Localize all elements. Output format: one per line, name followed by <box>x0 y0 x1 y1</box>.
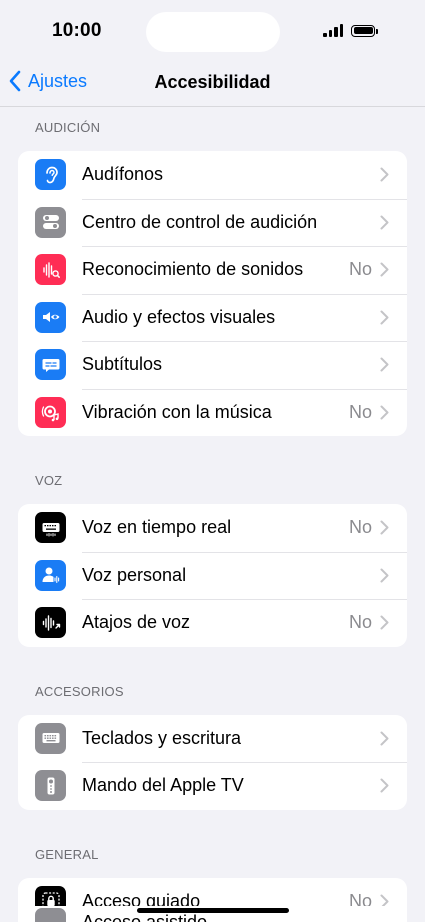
row-audifonos[interactable]: Audífonos <box>18 151 407 199</box>
group-accesorios: Teclados y escritura Mando del Apple TV <box>18 714 407 810</box>
chevron-right-icon <box>380 215 389 230</box>
home-indicator[interactable] <box>137 908 289 913</box>
row-mando-apple-tv[interactable]: Mando del Apple TV <box>18 762 407 810</box>
row-label: Vibración con la música <box>82 401 272 422</box>
keyboard-icon <box>35 722 66 754</box>
navigation-bar: Ajustes Accesibilidad <box>0 60 425 107</box>
chevron-right-icon <box>380 262 389 277</box>
settings-list: AUDICIÓN Audífonos Centro de control de … <box>0 107 425 922</box>
row-label: Acceso asistido <box>82 912 208 922</box>
row-value: No <box>348 259 372 280</box>
speech-bubble-icon <box>35 349 66 381</box>
chevron-right-icon <box>380 778 389 793</box>
dynamic-island <box>146 12 280 52</box>
row-audio-efectos-visuales[interactable]: Audio y efectos visuales <box>18 293 407 342</box>
row-vibracion-musica[interactable]: Vibración con la música No <box>18 388 407 437</box>
row-atajos-voz[interactable]: Atajos de voz No <box>18 599 407 647</box>
chevron-right-icon <box>380 520 389 535</box>
row-label: Voz en tiempo real <box>82 517 232 538</box>
battery-icon <box>351 24 378 37</box>
row-label: Atajos de voz <box>82 612 191 633</box>
section-header-accesorios: ACCESORIOS <box>35 683 124 699</box>
row-label: Subtítulos <box>82 354 163 375</box>
sound-waves-search-icon <box>35 254 66 286</box>
status-time: 10:00 <box>52 20 102 41</box>
vibration-music-icon <box>35 396 66 428</box>
status-bar: 10:00 <box>0 0 425 64</box>
group-voz: Voz en tiempo real No Voz personal Atajo… <box>18 504 407 647</box>
page-title: Accesibilidad <box>154 72 271 92</box>
phone-screen: 10:00 Ajustes Accesibilidad AUDICIÓN Aud… <box>0 0 425 922</box>
row-label: Audio y efectos visuales <box>82 306 276 327</box>
row-voz-personal[interactable]: Voz personal <box>18 551 407 600</box>
status-icons <box>323 24 378 37</box>
row-reconocimiento-sonidos[interactable]: Reconocimiento de sonidos No <box>18 246 407 294</box>
chevron-right-icon <box>380 615 389 630</box>
row-centro-control-audicion[interactable]: Centro de control de audición <box>18 198 407 247</box>
chevron-right-icon <box>380 405 389 420</box>
row-label: Voz personal <box>82 564 187 585</box>
person-wave-icon <box>35 559 66 591</box>
chevron-right-icon <box>380 167 389 182</box>
row-label: Centro de control de audición <box>82 211 318 232</box>
waveform-arrow-icon <box>35 607 66 639</box>
row-label: Teclados y escritura <box>82 727 242 748</box>
cellular-signal-icon <box>323 24 343 37</box>
row-label: Audífonos <box>82 164 164 185</box>
row-subtitulos[interactable]: Subtítulos <box>18 341 407 389</box>
row-value: No <box>348 517 372 538</box>
speaker-eye-icon <box>35 301 66 333</box>
remote-icon <box>35 770 66 802</box>
toggle-switch-icon <box>35 206 66 238</box>
chevron-right-icon <box>380 357 389 372</box>
section-header-voz: VOZ <box>35 473 63 488</box>
group-audicion: Audífonos Centro de control de audición … <box>18 151 407 436</box>
keyboard-wave-icon <box>35 512 66 544</box>
row-voz-tiempo-real[interactable]: Voz en tiempo real No <box>18 504 407 552</box>
row-value: No <box>348 612 372 633</box>
chevron-right-icon <box>380 568 389 583</box>
row-teclados-escritura[interactable]: Teclados y escritura <box>18 715 407 763</box>
row-label: Mando del Apple TV <box>82 775 244 796</box>
section-header-audicion: AUDICIÓN <box>35 120 101 135</box>
row-value: No <box>348 401 372 422</box>
ear-icon <box>35 159 66 191</box>
row-label: Reconocimiento de sonidos <box>82 259 304 280</box>
section-header-general: GENERAL <box>35 846 99 862</box>
chevron-right-icon <box>380 731 389 746</box>
chevron-right-icon <box>380 310 389 325</box>
assistive-access-icon <box>35 908 66 922</box>
